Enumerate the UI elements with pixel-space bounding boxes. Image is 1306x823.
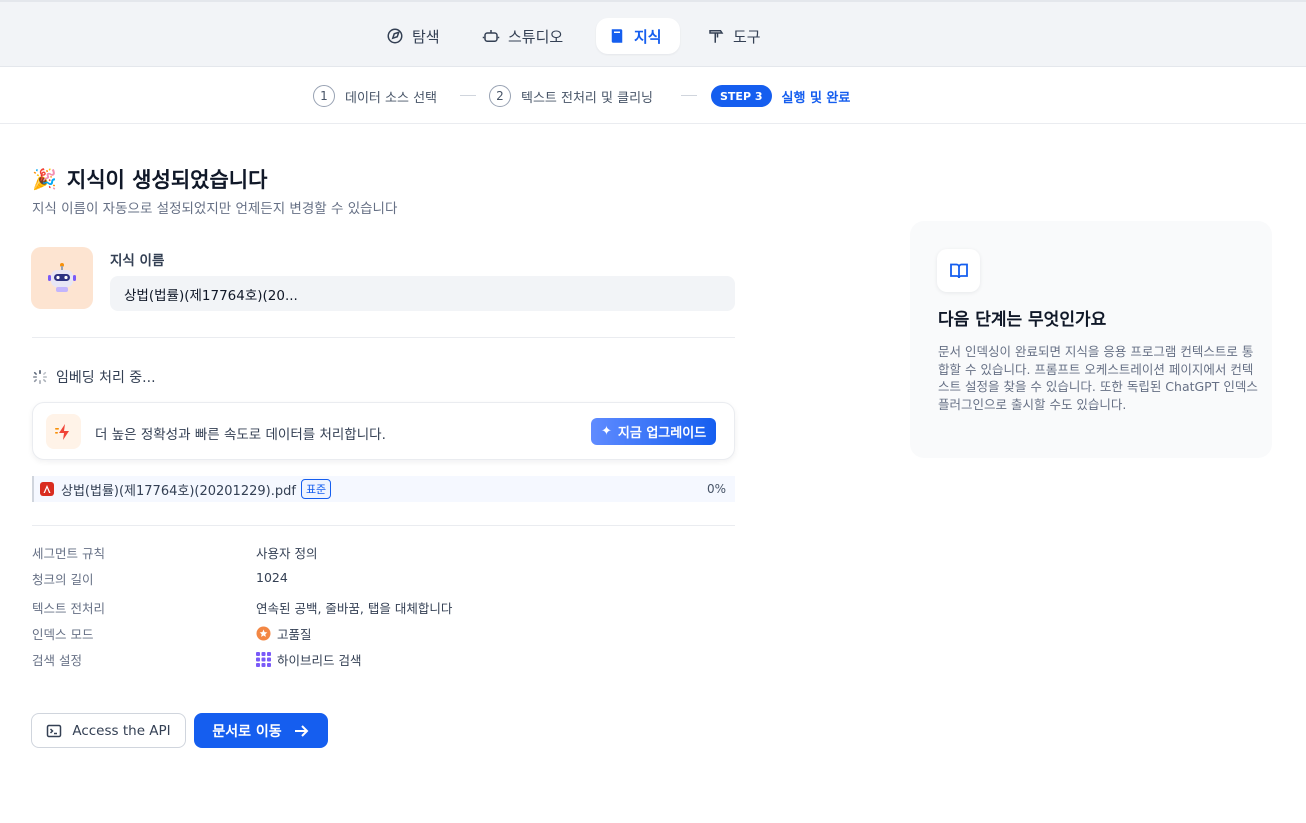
access-api-button[interactable]: Access the API (31, 713, 186, 748)
info-value-text: 1024 (256, 570, 288, 585)
go-to-documents-label: 문서로 이동 (212, 723, 282, 740)
tab-explore-label: 탐색 (412, 27, 440, 46)
file-badge: 표준 (300, 479, 332, 499)
robot-icon (482, 30, 500, 42)
step-1: 1 데이터 소스 선택 (313, 84, 437, 108)
party-icon: 🎉 (32, 167, 57, 191)
compass-icon (387, 28, 403, 44)
top-navigation: 탐색 스튜디오 지식 도구 (0, 0, 1306, 67)
avatar[interactable] (31, 247, 93, 309)
upgrade-button-label: 지금 업그레이드 (617, 426, 707, 441)
info-value-text: 고품질 (277, 627, 312, 642)
info-value-text: 하이브리드 검색 (277, 653, 362, 668)
terminal-icon (47, 724, 62, 737)
progress-stepper: 1 데이터 소스 선택 2 텍스트 전처리 및 클리닝 STEP 3 실행 및 … (0, 67, 1306, 124)
next-steps-panel: 다음 단계는 무엇인가요 문서 인덱싱이 완료되면 지식을 응용 프로그램 컨텍… (910, 221, 1272, 458)
info-value: 연속된 공백, 줄바꿈, 탭을 대체합니다 (256, 598, 452, 617)
info-value: 1024 (256, 570, 288, 585)
upgrade-text: 더 높은 정확성과 빠른 속도로 데이터를 처리합니다. (95, 427, 386, 443)
info-value: 하이브리드 검색 (256, 650, 361, 669)
page-title: 지식이 생성되었습니다 (66, 168, 268, 192)
step-2-label: 텍스트 전처리 및 클리닝 (521, 90, 653, 106)
arrow-right-icon (294, 724, 309, 737)
bolt-icon (46, 414, 81, 449)
step-3-label: 실행 및 완료 (781, 90, 851, 106)
info-label: 세그먼트 규칙 (32, 546, 105, 561)
hammer-icon (709, 30, 724, 43)
file-name: 상법(법률)(제17764호)(20201229).pdf (61, 483, 296, 499)
tab-tools-label: 도구 (733, 27, 761, 46)
page-subtitle: 지식 이름이 자동으로 설정되었지만 언제든지 변경할 수 있습니다 (32, 201, 398, 217)
tab-knowledge-label: 지식 (634, 27, 662, 46)
info-value-text: 사용자 정의 (256, 546, 318, 561)
step-2: 2 텍스트 전처리 및 클리닝 (489, 84, 653, 108)
info-label: 인덱스 모드 (32, 627, 94, 642)
step-3: STEP 3 실행 및 완료 (711, 84, 850, 108)
sparkle-icon: ✦ (601, 424, 612, 439)
info-label: 텍스트 전처리 (32, 601, 105, 616)
divider (32, 525, 735, 526)
step-separator (460, 95, 476, 96)
next-steps-description: 문서 인덱싱이 완료되면 지식을 응용 프로그램 컨텍스트로 통합할 수 있습니… (938, 344, 1258, 412)
tab-explore[interactable]: 탐색 (374, 18, 452, 54)
grid-icon (256, 652, 271, 667)
info-value: 사용자 정의 (256, 543, 317, 562)
spinner-icon (33, 370, 47, 384)
name-label: 지식 이름 (110, 253, 165, 269)
knowledge-name-input[interactable] (110, 276, 735, 311)
tab-studio-label: 스튜디오 (508, 27, 564, 46)
embedding-status-text: 임베딩 처리 중... (56, 370, 156, 386)
access-api-label: Access the API (72, 722, 171, 739)
pdf-icon (40, 482, 54, 496)
tab-studio[interactable]: 스튜디오 (470, 18, 575, 54)
step-2-number: 2 (489, 85, 511, 107)
step-1-label: 데이터 소스 선택 (345, 90, 437, 106)
divider (32, 337, 735, 338)
tab-knowledge[interactable]: 지식 (596, 18, 680, 54)
upgrade-button[interactable]: ✦ 지금 업그레이드 (591, 418, 717, 445)
robot-avatar-icon (48, 263, 76, 292)
book-icon (611, 29, 623, 43)
info-value-text: 연속된 공백, 줄바꿈, 탭을 대체합니다 (256, 601, 453, 616)
next-steps-title: 다음 단계는 무엇인가요 (938, 310, 1107, 330)
quality-icon (256, 626, 271, 641)
step-separator (681, 95, 697, 96)
tab-tools[interactable]: 도구 (695, 18, 773, 54)
info-label: 검색 설정 (32, 653, 82, 668)
page-heading: 🎉 지식이 생성되었습니다 (32, 164, 267, 194)
step-1-number: 1 (313, 85, 335, 107)
open-book-icon (937, 249, 980, 292)
info-value: 고품질 (256, 624, 312, 643)
step-3-pill: STEP 3 (711, 85, 772, 107)
file-progress: 0% (706, 482, 726, 496)
info-label: 청크의 길이 (32, 572, 94, 587)
embedding-status: 임베딩 처리 중... (32, 367, 156, 387)
go-to-documents-button[interactable]: 문서로 이동 (194, 713, 328, 748)
upgrade-banner: 더 높은 정확성과 빠른 속도로 데이터를 처리합니다. ✦ 지금 업그레이드 (32, 402, 735, 460)
file-progress-row: 상법(법률)(제17764호)(20201229).pdf 표준 0% (32, 476, 735, 502)
